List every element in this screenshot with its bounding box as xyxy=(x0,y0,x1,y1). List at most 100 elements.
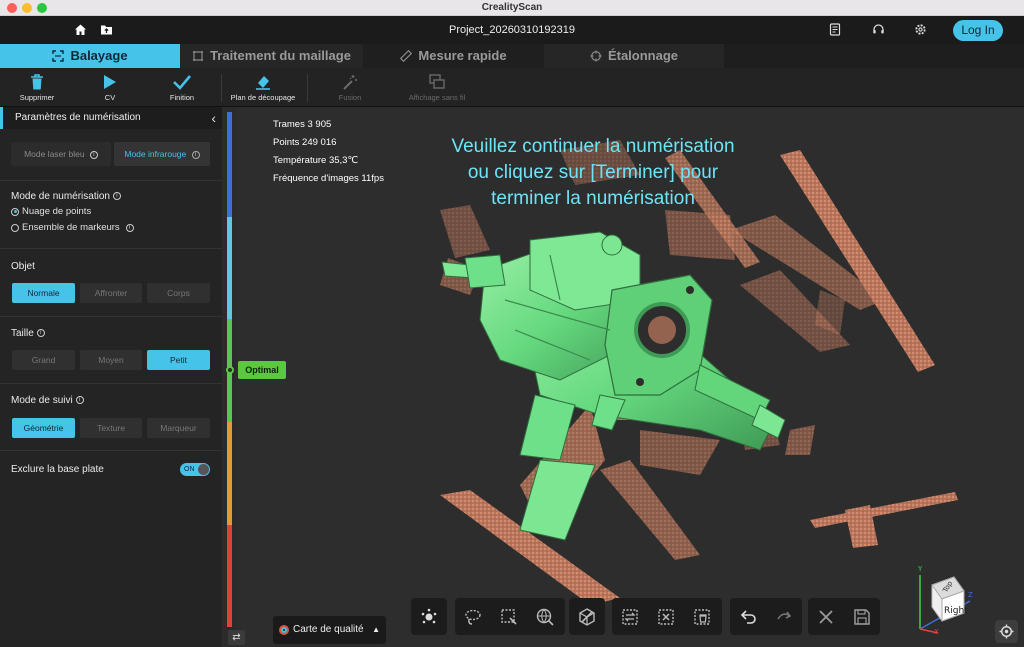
rectangle-select-button[interactable] xyxy=(491,598,527,635)
instruction-line: Veuillez continuer la numérisation xyxy=(451,136,735,157)
toggle-knob xyxy=(198,464,209,475)
tracking-texture-option[interactable]: Texture xyxy=(80,418,142,438)
object-corps-option[interactable]: Corps xyxy=(147,283,210,303)
radio-ensemble-de-markeurs[interactable]: Ensemble de markeurs i xyxy=(11,222,134,233)
tracking-geometrie-option[interactable]: Géométrie xyxy=(12,418,75,438)
size-moyen-option[interactable]: Moyen xyxy=(80,350,142,370)
invert-selection-button[interactable] xyxy=(612,598,648,635)
cancel-button[interactable] xyxy=(808,598,844,635)
tab-mesure-rapide[interactable]: Mesure rapide xyxy=(363,44,544,68)
frames-count: Trames 3 905 xyxy=(273,119,332,130)
finish-button[interactable]: Finition xyxy=(160,71,204,102)
radio-label: Ensemble de markeurs xyxy=(22,222,120,233)
save-button[interactable] xyxy=(844,598,880,635)
undo-button[interactable] xyxy=(730,598,766,635)
cutting-plane-button[interactable]: Plan de découpage xyxy=(228,71,298,102)
cv-label: CV xyxy=(104,93,116,102)
lighting-button[interactable] xyxy=(411,598,447,635)
gizmo-right-face-label: Right xyxy=(944,606,968,616)
info-icon[interactable]: i xyxy=(125,223,134,232)
log-icon[interactable] xyxy=(829,23,841,41)
lasso-icon xyxy=(465,609,481,625)
exclude-base-plate-toggle[interactable]: ON xyxy=(180,463,210,476)
tab-traitement-label: Traitement du maillage xyxy=(210,48,351,63)
tab-etalonnage[interactable]: Étalonnage xyxy=(544,44,724,68)
scan-settings-panel: Paramètres de numérisation ‹ xyxy=(0,107,222,647)
connected-select-button[interactable] xyxy=(527,598,563,635)
trash-icon xyxy=(31,74,43,90)
quality-segment-close xyxy=(227,422,232,525)
clear-selection-button[interactable] xyxy=(648,598,684,635)
quality-map-label: Carte de qualité xyxy=(293,624,364,635)
mode-infrarouge-label: Mode infrarouge xyxy=(124,149,187,159)
info-icon[interactable]: i xyxy=(75,396,84,405)
scan-stats: Trames 3 905 Points 249 016 Température … xyxy=(273,116,384,188)
distance-status-badge: Optimal xyxy=(238,361,286,379)
login-button[interactable]: Log In xyxy=(953,20,1003,41)
recenter-view-button[interactable] xyxy=(995,620,1018,643)
finish-label: Finition xyxy=(169,93,195,102)
screen-mirror-icon xyxy=(429,74,445,89)
bottom-tool-group xyxy=(612,598,722,635)
invert-selection-icon xyxy=(622,608,638,625)
panel-divider xyxy=(0,450,222,451)
exclude-base-plate-label: Exclure la base plate xyxy=(11,464,104,475)
tracking-mode-title: Mode de suivi i xyxy=(11,395,84,406)
wireless-display-label: Affichage sans fil xyxy=(408,93,466,102)
quality-segment-far xyxy=(227,112,232,217)
wireless-display-button[interactable]: Affichage sans fil xyxy=(404,71,470,102)
play-icon xyxy=(104,75,116,89)
swap-panel-button[interactable]: ⇄ xyxy=(228,630,245,645)
gizmo-x-axis-label: X xyxy=(934,628,939,635)
globe-select-icon xyxy=(536,608,554,626)
clear-selection-icon xyxy=(658,608,674,625)
size-grand-option[interactable]: Grand xyxy=(12,350,75,370)
bottom-tool-group xyxy=(569,598,605,635)
info-icon[interactable]: i xyxy=(36,329,45,338)
fusion-button[interactable]: Fusion xyxy=(328,71,372,102)
close-icon xyxy=(819,609,833,624)
frame-rate-readout: Fréquence d'images 11fps xyxy=(273,173,384,184)
quality-map-button[interactable]: Carte de qualité ▲ xyxy=(273,616,386,644)
distance-indicator-dot xyxy=(226,366,234,374)
tracking-marqueur-option[interactable]: Marqueur xyxy=(147,418,210,438)
toolbar-divider xyxy=(221,74,222,102)
delete-label: Supprimer xyxy=(19,93,55,102)
info-icon[interactable]: i xyxy=(191,150,200,159)
redo-button[interactable] xyxy=(766,598,802,635)
main-tabs: Balayage Traitement du maillage Mesure r… xyxy=(0,44,1024,68)
target-icon xyxy=(999,624,1014,639)
size-title: Taille i xyxy=(11,328,45,339)
lasso-select-button[interactable] xyxy=(455,598,491,635)
settings-gear-icon[interactable] xyxy=(914,23,927,41)
info-icon[interactable]: i xyxy=(112,192,121,201)
mesh-icon xyxy=(193,51,204,61)
select-through-button[interactable] xyxy=(569,598,605,635)
mode-infrarouge-option[interactable]: Mode infrarouge i xyxy=(114,142,210,166)
object-normale-option[interactable]: Normale xyxy=(12,283,75,303)
ruler-icon xyxy=(400,50,413,62)
collapse-chevron-icon[interactable]: ‹ xyxy=(211,107,216,129)
support-headset-icon[interactable] xyxy=(872,23,885,41)
delete-selection-button[interactable] xyxy=(684,598,720,635)
radio-nuage-de-points[interactable]: Nuage de points xyxy=(11,206,91,217)
tab-traitement-du-maillage[interactable]: Traitement du maillage xyxy=(180,44,363,68)
object-title: Objet xyxy=(11,261,35,272)
cube-select-icon xyxy=(579,607,595,626)
toolbar-divider xyxy=(307,74,308,102)
radio-selected-icon xyxy=(11,207,19,216)
object-affronter-option[interactable]: Affronter xyxy=(80,283,142,303)
mode-laser-bleu-option[interactable]: Mode laser bleu i xyxy=(11,142,111,166)
fusion-label: Fusion xyxy=(338,93,362,102)
cv-button[interactable]: CV xyxy=(90,71,130,102)
crosshair-icon xyxy=(590,50,602,62)
orientation-gizmo[interactable]: Y Z X Top Right xyxy=(908,563,978,636)
size-title-text: Taille xyxy=(11,328,34,339)
delete-button[interactable]: Supprimer xyxy=(14,71,60,102)
quality-map-icon xyxy=(279,625,289,635)
info-icon[interactable]: i xyxy=(89,150,98,159)
size-petit-option[interactable]: Petit xyxy=(147,350,210,370)
tab-balayage-label: Balayage xyxy=(70,48,128,63)
scan-toolbar: Supprimer CV Finition Plan de découpage … xyxy=(0,68,1024,107)
tab-balayage[interactable]: Balayage xyxy=(0,44,180,68)
